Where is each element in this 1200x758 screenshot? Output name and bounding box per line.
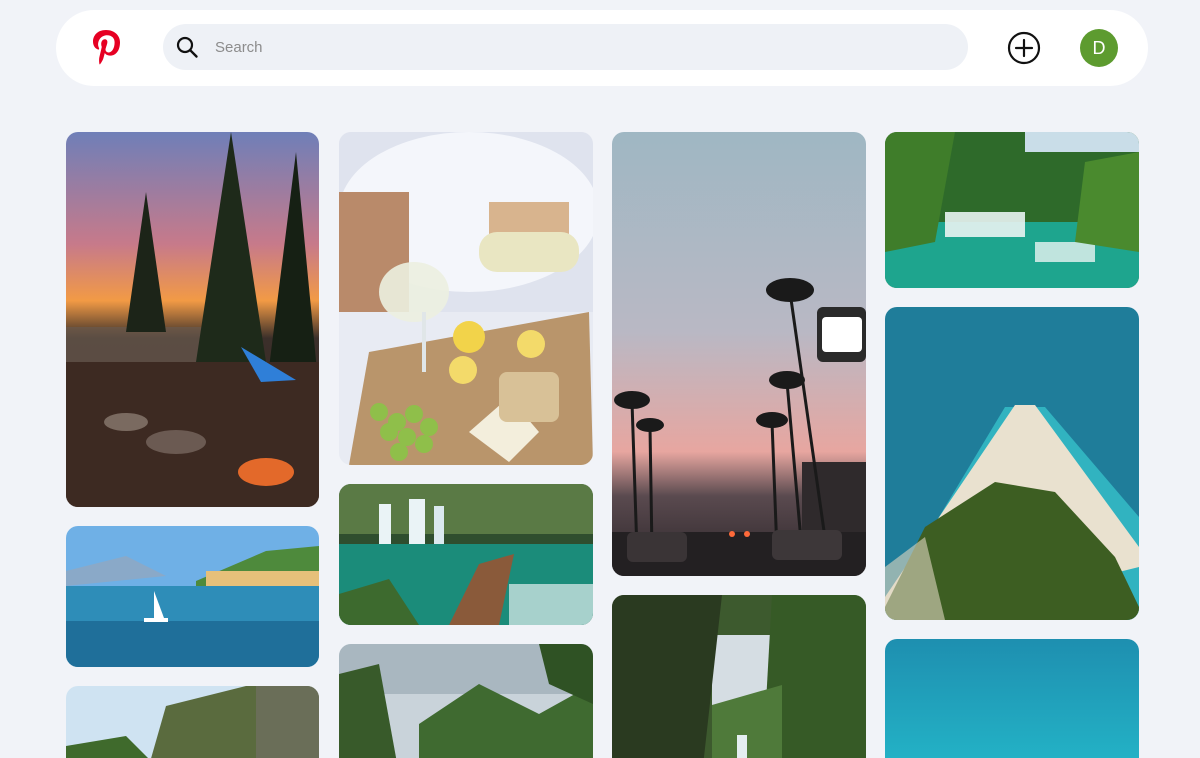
search-bar[interactable] bbox=[163, 24, 968, 70]
pin-tropical-trees[interactable] bbox=[339, 644, 593, 758]
create-pin-button[interactable] bbox=[1007, 31, 1041, 65]
pinterest-logo-icon[interactable] bbox=[92, 29, 120, 65]
pin-lake-village[interactable] bbox=[66, 526, 319, 667]
avatar[interactable]: D bbox=[1080, 29, 1118, 67]
search-input[interactable] bbox=[215, 24, 935, 70]
pin-boardwalk-waterfalls[interactable] bbox=[339, 484, 593, 625]
search-icon bbox=[175, 35, 199, 59]
avatar-initial: D bbox=[1092, 37, 1106, 58]
pin-turquoise-sea[interactable] bbox=[885, 639, 1139, 758]
pin-jungle-canopy[interactable] bbox=[612, 595, 866, 758]
pin-cliff-greenery[interactable] bbox=[66, 686, 319, 758]
pin-waterfalls-forest[interactable] bbox=[885, 132, 1139, 288]
pin-sunset-campsite[interactable] bbox=[66, 132, 319, 507]
top-bar: D bbox=[56, 10, 1148, 86]
pin-wine-picnic[interactable] bbox=[339, 132, 593, 465]
plus-circle-icon bbox=[1007, 31, 1041, 68]
pin-palm-street[interactable] bbox=[612, 132, 866, 576]
pin-beach-spit-aerial[interactable] bbox=[885, 307, 1139, 620]
